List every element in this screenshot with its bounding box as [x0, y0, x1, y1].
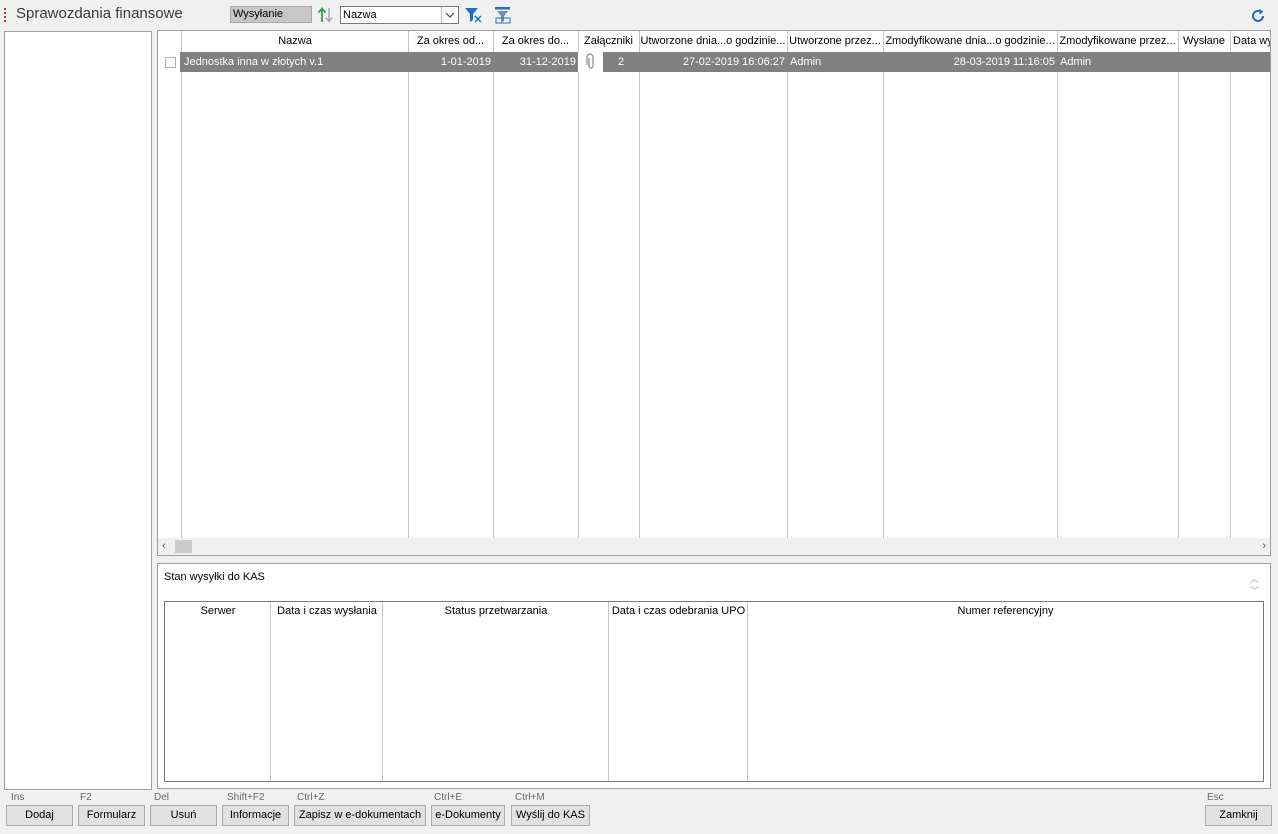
row-checkbox[interactable]	[165, 57, 176, 68]
column-header-utworzone-przez[interactable]: Utworzone przez...	[787, 31, 883, 52]
chevron-down-icon[interactable]	[441, 7, 458, 23]
cell-nazwa: Jednostka inna w złotych v.1	[184, 56, 324, 68]
column-header-nazwa[interactable]: Nazwa	[182, 31, 408, 52]
drag-handle-icon[interactable]	[3, 6, 7, 24]
close-button[interactable]: Zamknij	[1205, 805, 1272, 826]
column-divider	[883, 31, 884, 538]
column-divider	[578, 31, 579, 538]
kas-header-data-upo[interactable]: Data i czas odebrania UPO	[609, 602, 748, 620]
column-divider	[608, 602, 609, 781]
column-divider	[1230, 31, 1231, 538]
column-header-do[interactable]: Za okres do...	[493, 31, 578, 52]
column-header-zalaczniki[interactable]: Załączniki	[578, 31, 639, 52]
kas-table[interactable]: Serwer Data i czas wysłania Status przet…	[164, 601, 1264, 782]
add-button[interactable]: Dodaj	[6, 805, 73, 826]
column-header-od[interactable]: Za okres od...	[408, 31, 493, 52]
filter-settings-icon[interactable]	[493, 6, 513, 24]
info-button[interactable]: Informacje	[222, 805, 289, 826]
shortcut-hint: Ins	[11, 792, 25, 803]
column-divider	[747, 602, 748, 781]
column-divider	[1178, 31, 1179, 538]
shortcut-hint: Ctrl+E	[434, 792, 463, 803]
delete-button[interactable]: Usuń	[150, 805, 217, 826]
form-button[interactable]: Formularz	[78, 805, 145, 826]
table-row[interactable]: Jednostka inna w złotych v.1 1-01-2019 3…	[180, 52, 1270, 72]
column-divider	[1057, 31, 1058, 538]
cell-data-wys	[1230, 52, 1270, 72]
scrollbar-thumb[interactable]	[175, 540, 192, 553]
column-divider	[382, 602, 383, 781]
save-edocuments-button[interactable]: Zapisz w e-dokumentach	[294, 805, 426, 826]
reports-grid[interactable]: Nazwa Za okres od... Za okres do... Załą…	[157, 30, 1271, 556]
shortcut-hint: Del	[154, 792, 170, 803]
scroll-down-icon[interactable]: ﹀	[1250, 584, 1259, 597]
kas-header-status[interactable]: Status przetwarzania	[383, 602, 609, 620]
cell-do: 31-12-2019	[519, 56, 576, 68]
column-divider	[787, 31, 788, 538]
grid-header: Nazwa Za okres od... Za okres do... Załą…	[158, 31, 1270, 52]
cell-zalaczniki: 2	[617, 56, 625, 68]
cell-zmodyfikowane-przez: Admin	[1060, 56, 1092, 68]
attachment-cell	[578, 52, 603, 72]
shortcut-hint: Shift+F2	[227, 792, 265, 803]
kas-header-serwer[interactable]: Serwer	[165, 602, 271, 620]
page-title: Sprawozdania finansowe	[16, 5, 183, 22]
column-divider	[408, 31, 409, 538]
cell-wyslane	[1178, 52, 1228, 72]
column-divider	[181, 31, 182, 538]
column-divider	[270, 602, 271, 781]
shortcut-hint: Ctrl+M	[515, 792, 545, 803]
kas-status-label: Stan wysyłki do KAS	[164, 571, 265, 583]
column-divider	[639, 31, 640, 538]
edocuments-button[interactable]: e-Dokumenty	[431, 805, 505, 826]
column-divider	[493, 31, 494, 538]
cell-zmodyfikowane-dnia: 28-03-2019 11:16:05	[953, 56, 1055, 68]
shortcut-hint: F2	[80, 792, 92, 803]
kas-header-data-wyslania[interactable]: Data i czas wysłania	[271, 602, 383, 620]
column-header-zmodyfikowane-dnia[interactable]: Zmodyfikowane dnia...o godzinie...	[883, 31, 1057, 52]
send-to-kas-button[interactable]: Wyślij do KAS	[511, 805, 590, 826]
horizontal-scrollbar[interactable]: ‹ ›	[158, 538, 1270, 555]
kas-header-numer[interactable]: Numer referencyjny	[748, 602, 1263, 620]
column-header-wyslane[interactable]: Wysłane	[1178, 31, 1230, 52]
scroll-left-icon[interactable]: ‹	[162, 540, 166, 552]
shortcut-hint: Ctrl+Z	[297, 792, 325, 803]
tree-panel[interactable]	[4, 31, 152, 790]
mode-field[interactable]: Wysyłanie	[230, 6, 312, 23]
filter-icon[interactable]	[463, 6, 483, 24]
shortcut-hint: Esc	[1207, 792, 1224, 803]
sort-field-value: Nazwa	[343, 9, 377, 21]
sort-field-select[interactable]: Nazwa	[340, 6, 459, 24]
scroll-right-icon[interactable]: ›	[1262, 540, 1266, 552]
cell-od: 1-01-2019	[440, 56, 491, 68]
cell-utworzone-przez: Admin	[790, 56, 822, 68]
column-header-utworzone-dnia[interactable]: Utworzone dnia...o godzinie...	[639, 31, 787, 52]
refresh-icon[interactable]	[1249, 7, 1267, 25]
column-header-data-wys[interactable]: Data wy	[1230, 31, 1270, 52]
cell-utworzone-dnia: 27-02-2019 16:06:27	[682, 56, 785, 68]
column-header-zmodyfikowane-przez[interactable]: Zmodyfikowane przez...	[1057, 31, 1178, 52]
sort-direction-icon[interactable]	[316, 5, 336, 25]
